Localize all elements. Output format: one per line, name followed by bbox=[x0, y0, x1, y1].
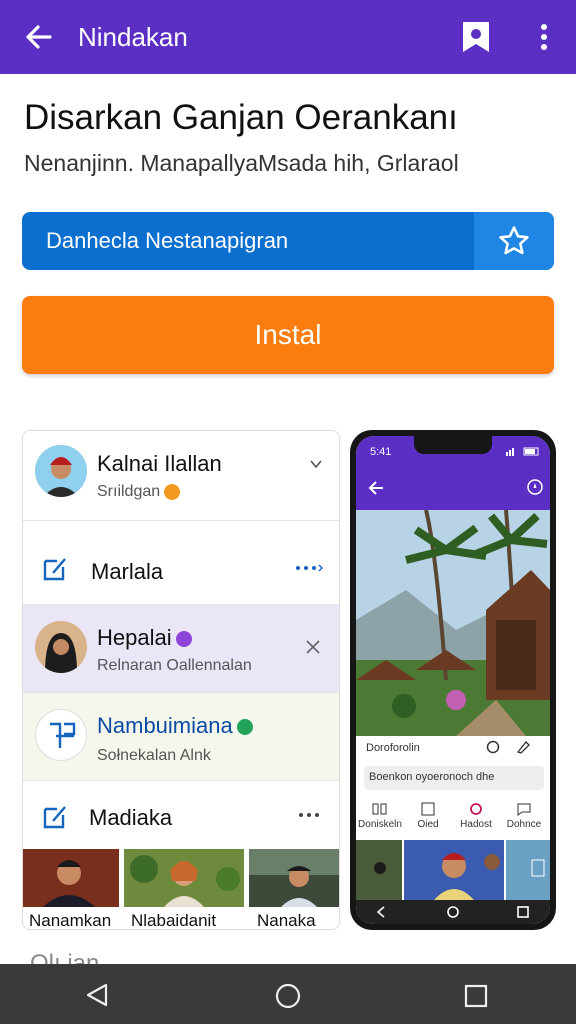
phone-caption: Doroforolin bbox=[366, 742, 420, 754]
list-item-name: Marlala bbox=[91, 559, 164, 584]
more-vertical-icon[interactable] bbox=[530, 20, 558, 54]
chat-icon bbox=[517, 803, 531, 816]
list-item-name: Kalnai Ilallan bbox=[97, 451, 222, 476]
badge-icon bbox=[175, 631, 192, 648]
nav-home-icon[interactable] bbox=[446, 905, 460, 919]
app-bar: Nindakan bbox=[0, 0, 576, 74]
phone-status-time: 5:41 bbox=[370, 446, 392, 458]
list-item[interactable]: Kalnai Ilallan Srıildgan bbox=[23, 431, 339, 521]
list-item[interactable]: Marlala bbox=[23, 521, 339, 605]
list-item-name: Nambuimiana bbox=[97, 713, 253, 739]
nav-back-icon[interactable] bbox=[374, 906, 388, 918]
phone-tab-label: Oied bbox=[417, 819, 439, 830]
close-icon[interactable] bbox=[305, 639, 321, 655]
phone-notch bbox=[414, 436, 492, 454]
contact-list: Kalnai Ilallan Srıildgan Marlala Hepalai… bbox=[22, 430, 340, 930]
phone-app-bar bbox=[356, 466, 550, 510]
list-item-name: Madiaka bbox=[89, 805, 173, 830]
avatar bbox=[35, 709, 87, 761]
favorite-button[interactable] bbox=[474, 212, 554, 270]
phone-tab-bar: Doniskeln Oied Hadost Dohnce bbox=[356, 798, 550, 838]
app-bar-title: Nindakan bbox=[78, 22, 188, 52]
page-subtitle: Nenanjinn. ManapallyaMsada hih, Grlaraol bbox=[24, 150, 459, 176]
phone-tab-label: Doniskeln bbox=[358, 819, 402, 830]
nav-recents-icon[interactable] bbox=[516, 905, 530, 919]
thumbnail-caption: Nanaka bbox=[257, 911, 316, 930]
thumbnail-strip: Nanamkan Nlabaidanit Nanaka bbox=[23, 849, 339, 930]
circle-icon bbox=[470, 803, 482, 815]
phone-tab[interactable]: Oied bbox=[404, 802, 452, 830]
star-outline-icon bbox=[499, 226, 529, 255]
thumbnail-caption: Nanamkan bbox=[29, 911, 112, 930]
phone-nav-bar bbox=[356, 900, 550, 924]
badge-icon bbox=[236, 719, 253, 736]
signal-icon bbox=[506, 447, 539, 456]
phone-tab[interactable]: Dohnce bbox=[500, 802, 548, 830]
thumbnail-image[interactable] bbox=[124, 849, 244, 907]
nav-back-icon[interactable] bbox=[84, 982, 110, 1008]
phone-thumbnail-strip bbox=[356, 840, 550, 900]
bookmark-icon[interactable] bbox=[460, 20, 492, 54]
list-item[interactable]: Madiaka bbox=[23, 781, 339, 849]
phone-input[interactable]: Boenkon oyoeronoch dhe bbox=[364, 766, 544, 790]
edit-icon[interactable] bbox=[516, 740, 532, 754]
village-photo bbox=[356, 510, 550, 736]
chevron-down-icon[interactable] bbox=[307, 455, 325, 473]
thumbnail-image[interactable] bbox=[249, 849, 339, 907]
info-icon[interactable] bbox=[486, 740, 500, 754]
primary-action-label: Danhecla Nestanapigran bbox=[46, 228, 289, 253]
arrow-left-icon[interactable] bbox=[22, 20, 56, 54]
edit-icon bbox=[43, 558, 66, 581]
compass-icon[interactable] bbox=[526, 478, 544, 496]
install-button[interactable]: Instal bbox=[22, 296, 554, 374]
phone-status-bar: 5:41 bbox=[356, 436, 550, 466]
primary-action-button[interactable]: Danhecla Nestanapigran bbox=[22, 212, 554, 270]
edit-icon bbox=[43, 806, 66, 829]
grid-icon bbox=[372, 803, 387, 815]
list-item[interactable]: Hepalai Relnaran Oallennalan bbox=[23, 605, 339, 693]
list-item[interactable]: Nambuimiana Sołnekalan Alnk bbox=[23, 693, 339, 781]
more-horizontal-icon[interactable] bbox=[293, 563, 323, 573]
more-horizontal-icon[interactable] bbox=[297, 811, 321, 819]
list-item-name: Hepalai bbox=[97, 625, 192, 651]
avatar bbox=[35, 445, 87, 497]
list-item-subtitle: Relnaran Oallennalan bbox=[97, 657, 252, 674]
thumbnail-image[interactable] bbox=[23, 849, 119, 907]
phone-tab[interactable]: Hadost bbox=[452, 802, 500, 830]
phone-screen: 5:41 Doroforolin Boenkon oyoeronoch dhe … bbox=[356, 436, 550, 924]
list-item-subtitle: Srıildgan bbox=[97, 483, 181, 501]
thumbnail-caption: Nlabaidanit bbox=[131, 911, 217, 930]
nav-home-icon[interactable] bbox=[274, 982, 302, 1010]
arrow-left-icon[interactable] bbox=[366, 478, 386, 498]
image-icon bbox=[421, 802, 435, 816]
nav-recents-icon[interactable] bbox=[464, 984, 488, 1008]
avatar bbox=[35, 621, 87, 673]
phone-tab-label: Hadost bbox=[460, 819, 492, 830]
phone-preview: 5:41 Doroforolin Boenkon oyoeronoch dhe … bbox=[350, 430, 556, 930]
page-title: Disarkan Ganjan Oerankanı bbox=[24, 98, 458, 137]
badge-icon bbox=[164, 483, 181, 500]
system-nav-bar bbox=[0, 964, 576, 1024]
list-item-subtitle: Sołnekalan Alnk bbox=[97, 747, 211, 764]
phone-tab-label: Dohnce bbox=[506, 819, 542, 830]
phone-tab[interactable]: Doniskeln bbox=[356, 802, 404, 830]
